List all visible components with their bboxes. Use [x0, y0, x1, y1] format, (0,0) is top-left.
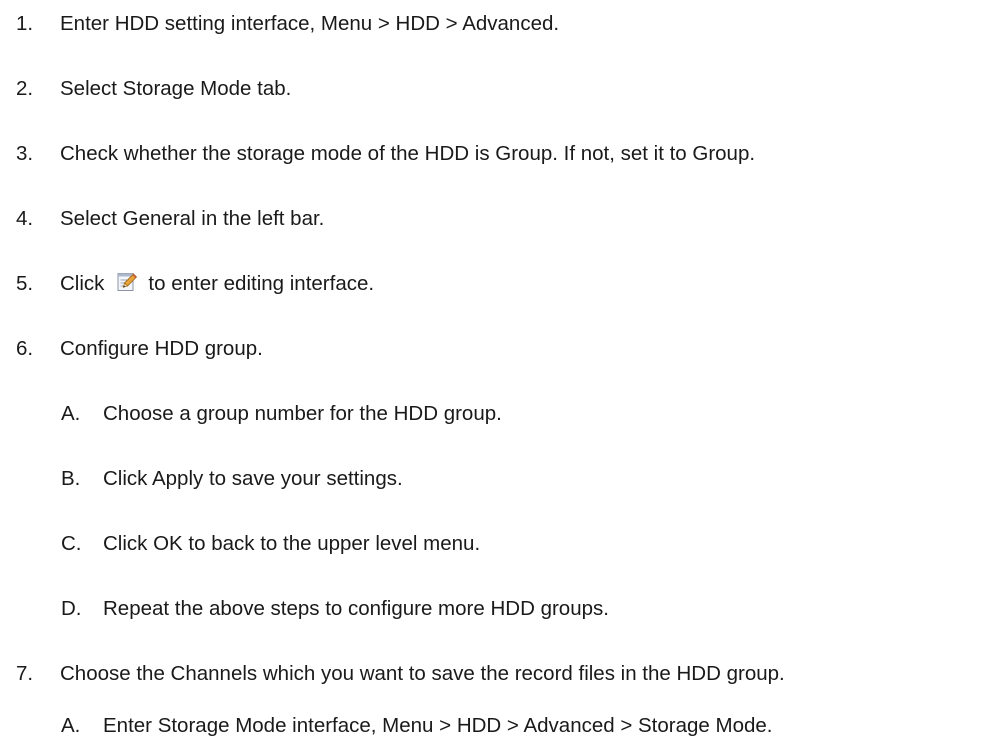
substep-text: Choose a group number for the HDD group. [103, 402, 502, 425]
substep-text: Enter Storage Mode interface, Menu > HDD… [103, 714, 773, 737]
step-number: 6. [16, 337, 34, 360]
step-number: 4. [16, 207, 34, 230]
step-text: Enter HDD setting interface, Menu > HDD … [60, 12, 560, 35]
substep-letter: C. [61, 532, 82, 555]
step-text: Configure HDD group. [60, 337, 263, 360]
substep-letter: B. [61, 467, 81, 490]
step-number: 7. [16, 662, 34, 685]
step-text-before: Click [60, 272, 105, 295]
substep-text: Click Apply to save your settings. [103, 467, 403, 490]
step-text: Check whether the storage mode of the HD… [60, 142, 756, 165]
step-text-after: to enter editing interface. [148, 272, 375, 295]
substep-letter: A. [61, 714, 81, 737]
step-text: Click to enter editing interface. [60, 270, 374, 298]
substep-letter: A. [61, 402, 81, 425]
step-number: 2. [16, 77, 34, 100]
document-page: 1. Enter HDD setting interface, Menu > H… [0, 0, 989, 745]
step-number: 5. [16, 272, 34, 295]
step-text: Select Storage Mode tab. [60, 77, 292, 100]
step-text: Select General in the left bar. [60, 207, 325, 230]
substep-text: Repeat the above steps to configure more… [103, 597, 609, 620]
step-number: 1. [16, 12, 34, 35]
substep-letter: D. [61, 597, 82, 620]
step-number: 3. [16, 142, 34, 165]
substep-text: Click OK to back to the upper level menu… [103, 532, 481, 555]
edit-icon [116, 271, 138, 293]
step-text: Choose the Channels which you want to sa… [60, 662, 785, 685]
